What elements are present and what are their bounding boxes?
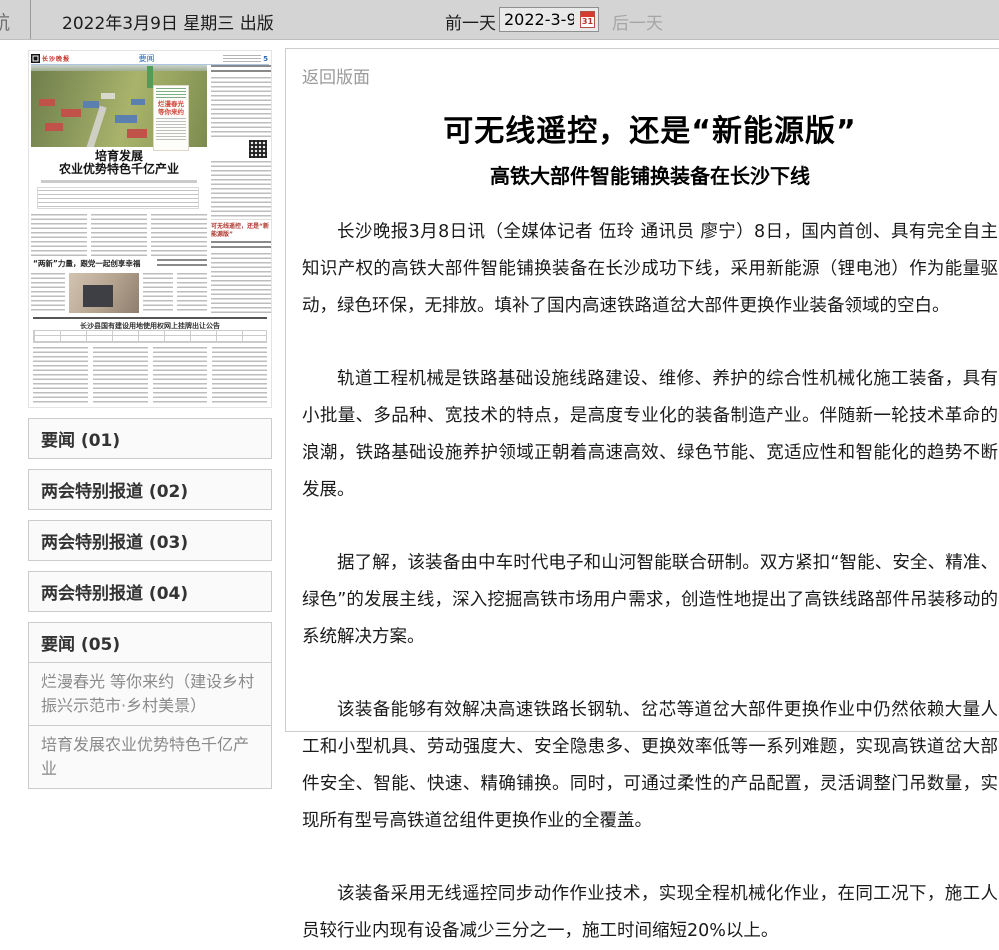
sidebar-article-link[interactable]: 培育发展农业优势特色千亿产业 bbox=[28, 725, 272, 789]
mini-headline-lines bbox=[157, 259, 207, 269]
sidebar-section-yaowen-05[interactable]: 要闻 (05) bbox=[28, 622, 272, 663]
mini-text-lines bbox=[31, 214, 87, 256]
mini-text-lines bbox=[151, 214, 207, 256]
mini-text-lines bbox=[177, 273, 207, 313]
photo-roof bbox=[39, 99, 55, 106]
mini-text-lines bbox=[33, 347, 88, 403]
publish-date-label: 2022年3月9日 星期三 出版 bbox=[62, 9, 274, 34]
calendar-icon[interactable]: 31 bbox=[580, 11, 595, 28]
sidebar-article-link[interactable]: 烂漫春光 等你来约（建设乡村振兴示范市·乡村美景） bbox=[28, 662, 272, 726]
date-input[interactable] bbox=[500, 10, 574, 29]
photo-roof bbox=[101, 93, 115, 99]
qr-code-icon bbox=[249, 140, 267, 158]
article-paragraph: 据了解，该装备由中车时代电子和山河智能联合研制。双方紧扣“智能、安全、精准、绿色… bbox=[302, 545, 998, 656]
nav-partial-label: 航 bbox=[0, 8, 10, 35]
mini-text-lines bbox=[211, 253, 271, 313]
thumbnail-worker-photo bbox=[69, 273, 139, 313]
thumbnail-page-number: 5 bbox=[263, 55, 268, 63]
article-body: 长沙晚报3月8日讯（全媒体记者 伍玲 通讯员 廖宁）8日，国内首创、具有完全自主… bbox=[302, 214, 998, 950]
article-title: 可无线遥控，还是“新能源版” bbox=[302, 106, 998, 150]
thumbnail-second-headline: “两新”力量，跟党一起创享幸福 bbox=[33, 259, 151, 268]
sidebar-section-yaowen-01[interactable]: 要闻 (01) bbox=[28, 418, 272, 459]
promo-card-text-lines bbox=[156, 88, 186, 98]
photo-roof bbox=[83, 101, 99, 108]
article-panel: 返回版面 可无线遥控，还是“新能源版” 高铁大部件智能铺换装备在长沙下线 长沙晚… bbox=[285, 48, 999, 732]
thumbnail-notice-table bbox=[33, 330, 267, 343]
promo-card: 烂漫春光 等你来约 bbox=[153, 85, 189, 151]
mini-text-lines bbox=[91, 214, 147, 256]
back-to-page-link[interactable]: 返回版面 bbox=[302, 63, 370, 88]
promo-title-line2: 等你来约 bbox=[156, 108, 186, 116]
photo-roof bbox=[115, 115, 137, 123]
thumbnail-header-text-lines bbox=[223, 55, 261, 62]
mini-text-lines bbox=[143, 273, 173, 313]
mini-headline-lines bbox=[211, 241, 271, 250]
thumbnail-section-label: 要闻 bbox=[72, 54, 221, 64]
article-paragraph: 该装备采用无线遥控同步动作作业技术，实现全程机械化作业，在同工况下，施工人员较行… bbox=[302, 876, 998, 950]
next-day-link-disabled: 后一天 bbox=[612, 9, 663, 34]
previous-day-link[interactable]: 前一天 bbox=[445, 9, 496, 34]
article-paragraph: 长沙晚报3月8日讯（全媒体记者 伍玲 通讯员 廖宁）8日，国内首创、具有完全自主… bbox=[302, 214, 998, 325]
sidebar-section-lianghui-02[interactable]: 两会特别报道 (02) bbox=[28, 469, 272, 510]
mini-text-lines bbox=[153, 347, 208, 403]
promo-card-text-lines bbox=[156, 118, 186, 140]
article-subtitle: 高铁大部件智能铺换装备在长沙下线 bbox=[302, 160, 998, 189]
sidebar-section-lianghui-03[interactable]: 两会特别报道 (03) bbox=[28, 520, 272, 561]
page-thumbnail[interactable]: 长沙晚报 要闻 5 烂漫春光 等你来约 培育发展 农业优势特色千亿产业 bbox=[28, 50, 272, 408]
thumbnail-text-columns bbox=[33, 347, 267, 403]
photo-road bbox=[78, 106, 106, 147]
mini-text-lines bbox=[211, 77, 271, 137]
photo-roof bbox=[131, 99, 145, 105]
thumbnail-highlight-headline: 可无线遥控，还是“新能源版” bbox=[211, 223, 271, 238]
top-date-bar: 航 2022年3月9日 星期三 出版 前一天 31 后一天 bbox=[0, 0, 999, 40]
thumbnail-text-columns bbox=[31, 214, 207, 256]
mini-headline-lines bbox=[211, 65, 271, 74]
article-paragraph: 轨道工程机械是铁路基础设施线路建设、维修、养护的综合性机械化施工装备，具有小批量… bbox=[302, 361, 998, 509]
mini-text-lines bbox=[212, 347, 267, 403]
sidebar: 长沙晚报 要闻 5 烂漫春光 等你来约 培育发展 农业优势特色千亿产业 bbox=[28, 50, 272, 789]
mini-text-lines bbox=[31, 273, 65, 313]
thumbnail-masthead: 长沙晚报 bbox=[42, 54, 70, 63]
photo-roof bbox=[61, 109, 81, 117]
topbar-divider bbox=[30, 0, 31, 39]
lead-headline-line2: 农业优势特色千亿产业 bbox=[31, 163, 207, 176]
thumbnail-page-header: 长沙晚报 要闻 5 bbox=[31, 53, 269, 65]
photo-roof bbox=[45, 123, 63, 131]
photo-machine bbox=[83, 285, 113, 307]
thumbnail-abstract-box bbox=[37, 187, 199, 209]
sidebar-section-lianghui-04[interactable]: 两会特别报道 (04) bbox=[28, 571, 272, 612]
promo-title-line1: 烂漫春光 bbox=[156, 100, 186, 108]
mini-text-lines bbox=[93, 347, 148, 403]
thumbnail-lead-headline: 培育发展 农业优势特色千亿产业 bbox=[31, 150, 207, 176]
thumbnail-text-columns bbox=[31, 273, 65, 313]
thumbnail-notice-headline: 长沙县国有建设用地使用权网上挂牌出让公告 bbox=[33, 317, 267, 331]
mini-text-lines bbox=[211, 161, 271, 221]
thumbnail-right-column: 可无线遥控，还是“新能源版” bbox=[211, 65, 271, 313]
thumbnail-text-columns bbox=[143, 273, 207, 313]
date-picker-box[interactable]: 31 bbox=[499, 7, 599, 32]
calendar-icon-day: 31 bbox=[581, 17, 594, 26]
thumbnail-subhead-line bbox=[41, 180, 197, 183]
newspaper-logo-icon bbox=[31, 54, 40, 63]
photo-roof bbox=[127, 129, 147, 138]
article-paragraph: 该装备能够有效解决高速铁路长钢轨、岔芯等道岔大部件更换作业中仍然依赖大量人工和小… bbox=[302, 692, 998, 840]
